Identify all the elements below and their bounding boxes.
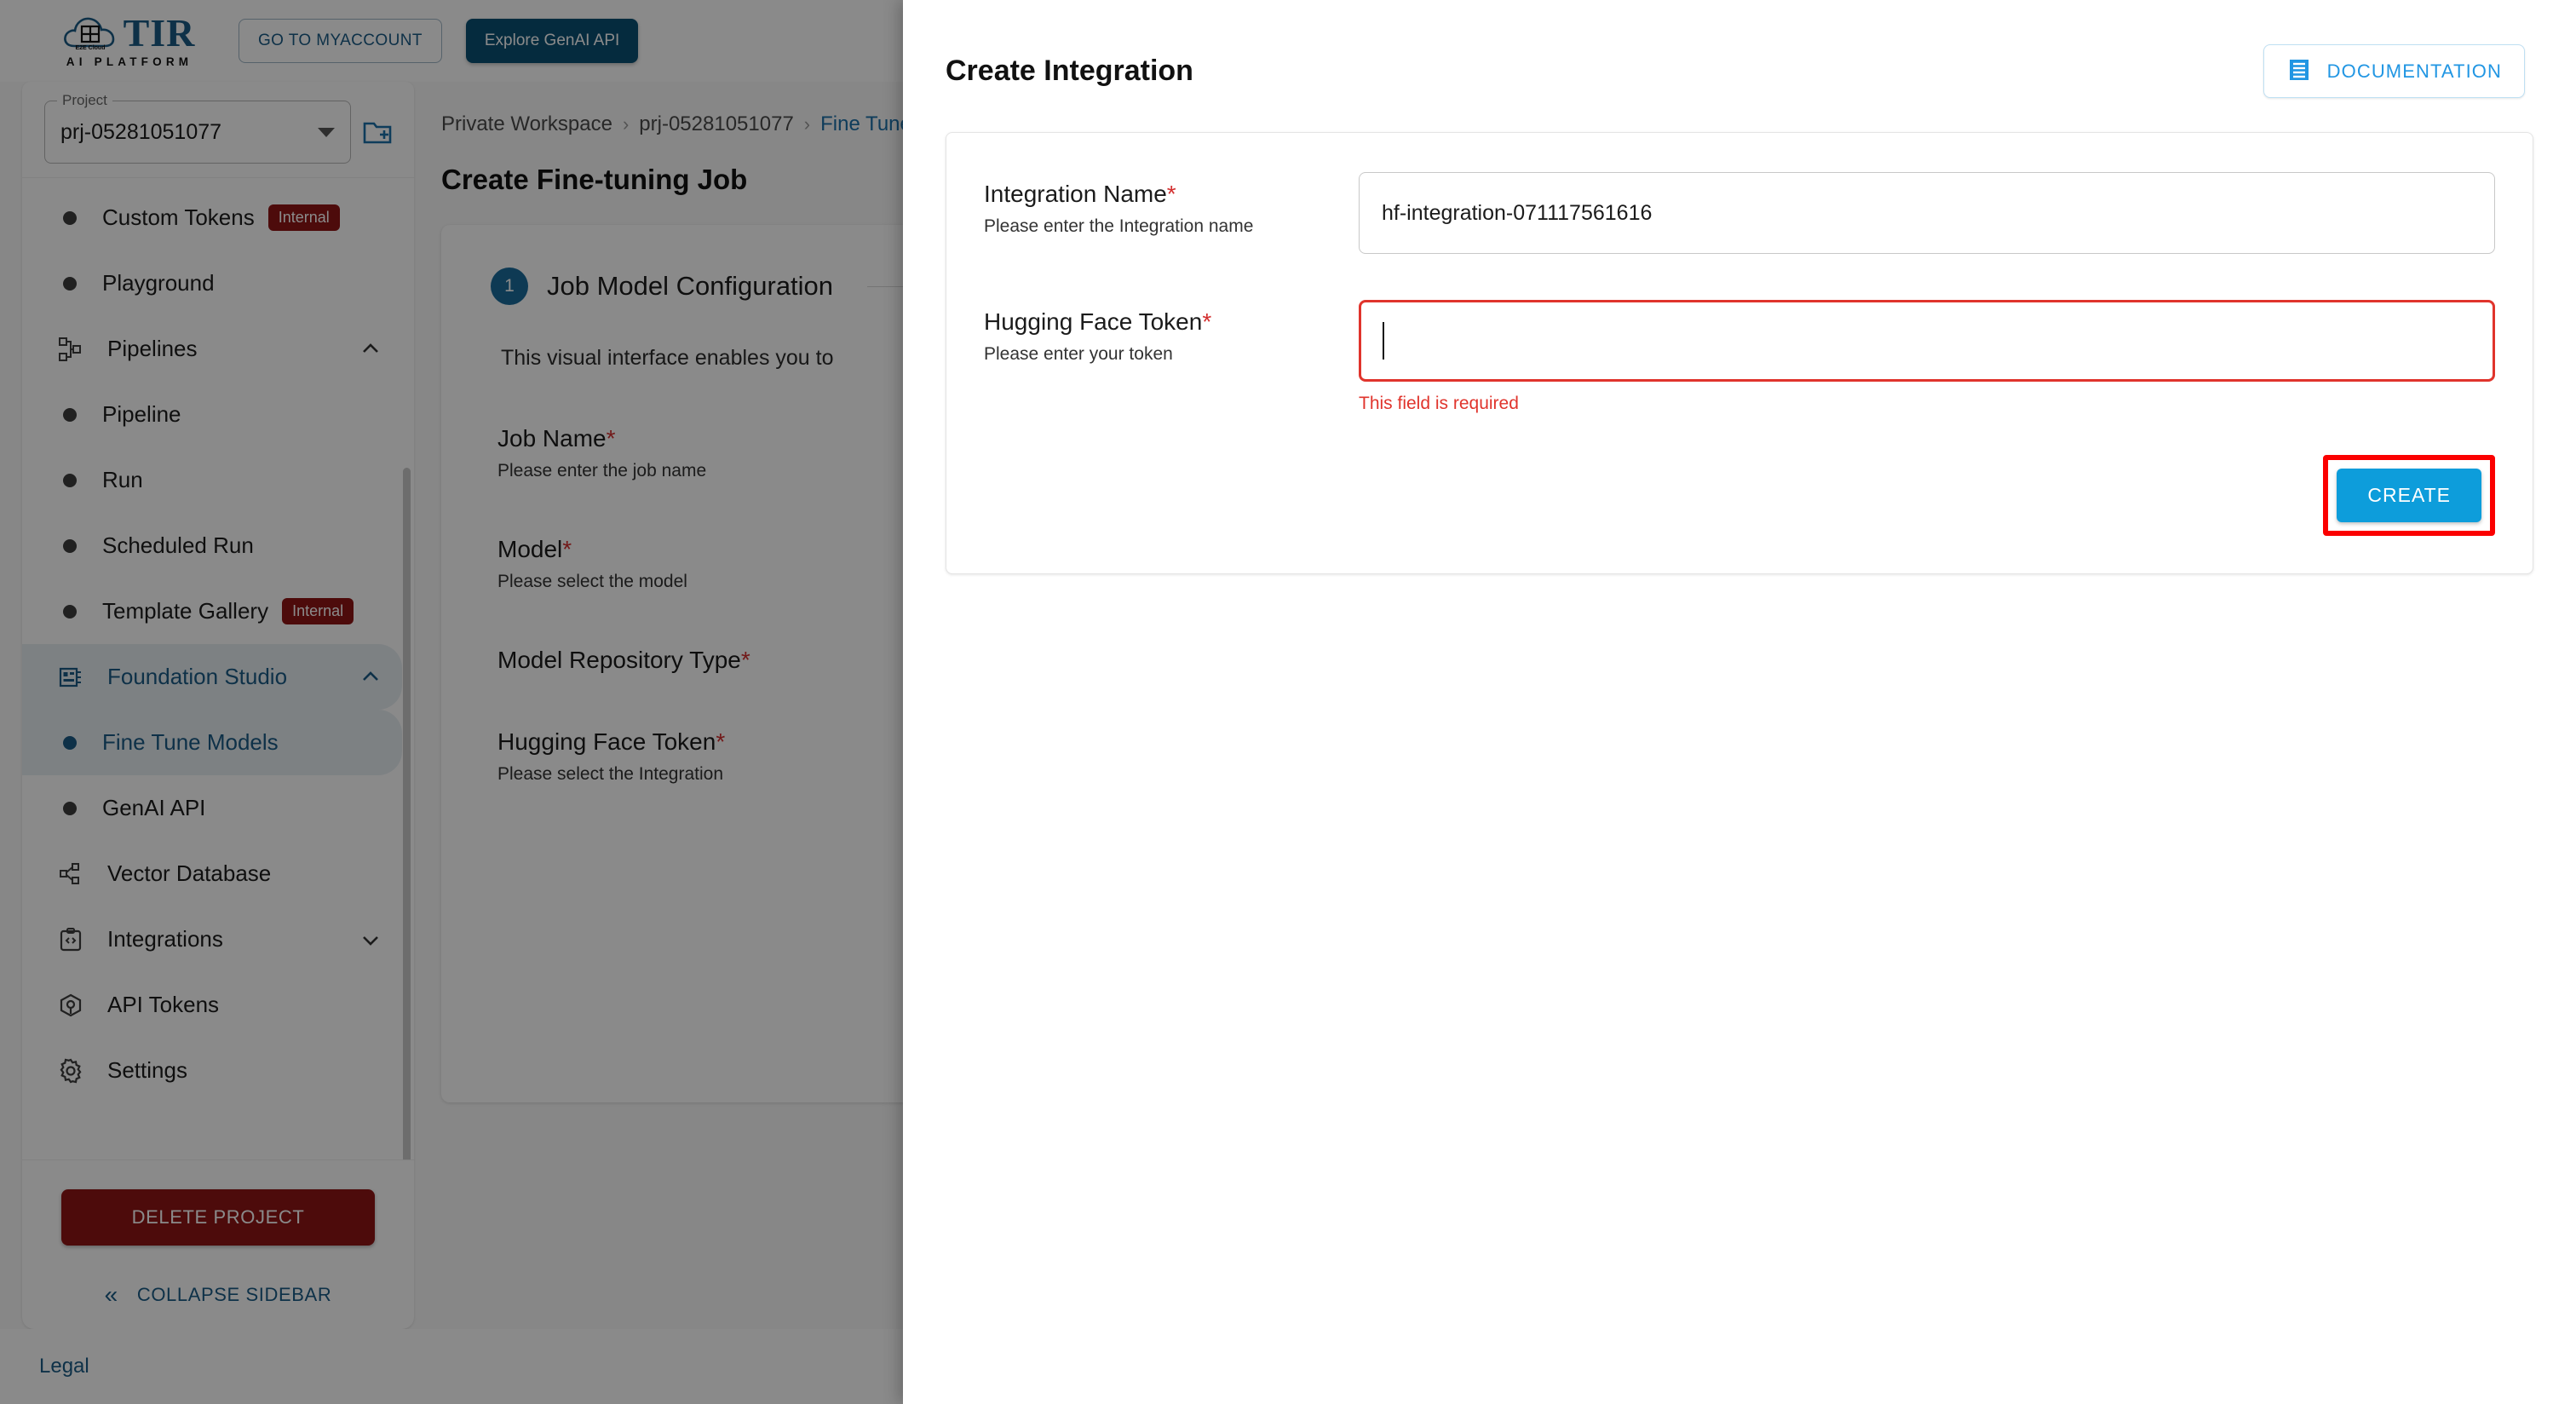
documentation-button-label: DOCUMENTATION	[2326, 60, 2502, 82]
hugging-face-token-error: This field is required	[1359, 394, 1519, 413]
document-icon	[2286, 57, 2312, 85]
integration-name-input-block	[1359, 172, 2495, 254]
create-integration-form: Integration Name* Please enter the Integ…	[946, 132, 2533, 574]
required-asterisk: *	[1202, 308, 1212, 335]
documentation-button[interactable]: DOCUMENTATION	[2263, 44, 2525, 98]
create-integration-drawer: Create Integration DOCUMENTATION Integra…	[903, 0, 2576, 1404]
integration-name-help: Please enter the Integration name	[984, 216, 1254, 236]
required-asterisk: *	[1166, 181, 1176, 207]
integration-name-label-block: Integration Name* Please enter the Integ…	[984, 172, 1359, 237]
integration-name-label: Integration Name*	[984, 181, 1359, 208]
hugging-face-token-label-text: Hugging Face Token	[984, 308, 1203, 335]
text-cursor	[1383, 322, 1384, 360]
hugging-face-token-input[interactable]	[1359, 300, 2495, 382]
integration-name-label-text: Integration Name	[984, 181, 1167, 207]
integration-name-input[interactable]	[1359, 172, 2495, 254]
create-button-highlight: CREATE	[2323, 455, 2495, 536]
drawer-header: Create Integration DOCUMENTATION	[903, 0, 2576, 98]
integration-name-row: Integration Name* Please enter the Integ…	[984, 172, 2495, 254]
hugging-face-token-label-block: Hugging Face Token* Please enter your to…	[984, 300, 1359, 365]
drawer-title: Create Integration	[946, 55, 1193, 87]
hugging-face-token-help: Please enter your token	[984, 344, 1173, 364]
create-button[interactable]: CREATE	[2337, 469, 2481, 522]
hugging-face-token-label: Hugging Face Token*	[984, 308, 1359, 336]
hugging-face-token-row: Hugging Face Token* Please enter your to…	[984, 300, 2495, 414]
drawer-actions: CREATE	[984, 455, 2495, 536]
hugging-face-token-input-block: This field is required	[1359, 300, 2495, 414]
